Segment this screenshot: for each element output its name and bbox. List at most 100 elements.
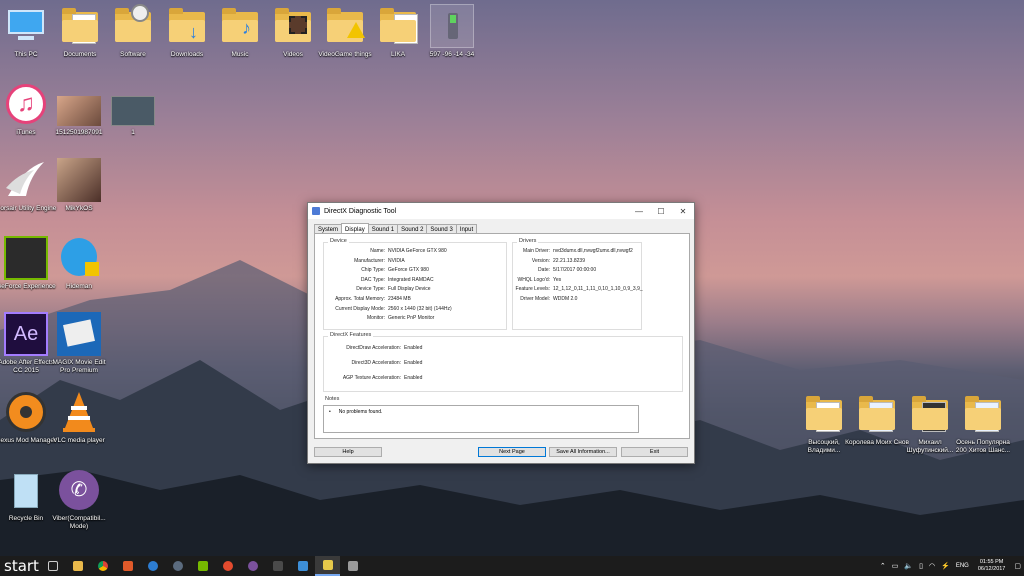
driver-property-value: nvd3dumx.dll,nvwgf2umx.dll,nvwgf2 (553, 248, 633, 254)
desktop-icon-magix[interactable]: MAGIX Movie Edit Pro Premium (47, 312, 111, 375)
device-property-row: Chip Type: GeForce GTX 980 (325, 267, 429, 273)
device-property-value: Full Display Device (388, 286, 431, 293)
device-property-label: Name: (370, 248, 385, 254)
task-view-icon[interactable] (40, 556, 65, 576)
driver-property-label: Feature Levels: (515, 286, 550, 293)
device-property-value: Generic PnP Monitor (388, 315, 435, 322)
viber-taskbar-icon[interactable] (240, 556, 265, 576)
device-property-row: Approx. Total Memory: 23484 MB (325, 296, 411, 302)
desktop-icon-phone-file[interactable]: 597 -96 -14 -34 (420, 4, 484, 59)
device-property-label: DAC Type: (360, 276, 385, 283)
battery-icon[interactable]: ▯ (916, 562, 926, 570)
drivers-group-title: Drivers (517, 238, 539, 244)
monitor-app-icon[interactable] (290, 556, 315, 576)
desktop-icon-viber[interactable]: ✆ Viber(Compatibil... Mode) (47, 468, 111, 531)
phone-icon (430, 4, 474, 48)
steam-icon[interactable] (165, 556, 190, 576)
next-page-button[interactable]: Next Page (478, 447, 546, 457)
music-folder-icon (802, 392, 846, 436)
notes-box: No problems found. (323, 405, 639, 433)
driver-property-row: Main Driver: nvd3dumx.dll,nvwgf2umx.dll,n… (514, 248, 633, 254)
feature-property-label: DirectDraw Acceleration: (346, 345, 401, 351)
driver-property-label: Date: (538, 267, 550, 274)
device-property-row: Monitor: Generic PnP Monitor (325, 315, 434, 321)
device-property-value: 23484 MB (388, 296, 411, 302)
maximize-icon[interactable]: ☐ (650, 203, 672, 219)
edge-icon[interactable] (140, 556, 165, 576)
music-folder-icon (855, 392, 899, 436)
driver-property-row: Date: 5/17/2017 00:00:00 (514, 267, 596, 273)
notes-text: No problems found. (329, 409, 382, 415)
device-property-label: Monitor: (366, 315, 385, 322)
driver-property-label: Driver Model: (520, 296, 550, 302)
volume-icon[interactable]: 🔈 (901, 562, 916, 570)
desktop-icon-osen-folder[interactable]: Осень Популярна 200 Хитов Шанс... (951, 392, 1015, 455)
music-folder-icon (908, 392, 952, 436)
dxdiag-icon (312, 207, 320, 215)
close-icon[interactable]: ✕ (672, 203, 694, 219)
power-icon[interactable]: ⚡ (938, 562, 953, 570)
driver-property-value: 22.21.13.8239 (553, 257, 585, 264)
minimize-icon[interactable]: — (628, 203, 650, 219)
window-title: DirectX Diagnostic Tool (324, 207, 397, 215)
driver-property-value: 5/17/2017 00:00:00 (553, 267, 597, 274)
record-icon[interactable] (215, 556, 240, 576)
feature-property-row: AGP Texture Acceleration: Enabled (325, 375, 423, 381)
photo-thumbnail-icon (57, 158, 101, 202)
device-property-row: DAC Type: Integrated RAMDAC (325, 277, 434, 283)
file-explorer-icon[interactable] (65, 556, 90, 576)
feature-property-value: Enabled (404, 345, 423, 351)
desktop-icon-hideman[interactable]: Hideman (47, 236, 111, 291)
device-property-label: Current Display Mode: (335, 305, 385, 312)
device-property-value: Integrated RAMDAC (388, 276, 434, 283)
device-property-value: NVIDIA (388, 257, 405, 264)
video-app-icon[interactable] (265, 556, 290, 576)
driver-property-value: Yes (553, 276, 562, 283)
device-property-value: NVIDIA GeForce GTX 980 (388, 248, 447, 254)
taskbar: start ⌃ ▭ 🔈 ▯ ◠ ⚡ ENG 01:55 PM 06/12/201… (0, 556, 1024, 576)
geforce-icon (4, 236, 48, 280)
geforce-taskbar-icon[interactable] (190, 556, 215, 576)
device-property-value: 2560 x 1440 (32 bit) (144Hz) (388, 305, 452, 312)
feature-property-row: Direct3D Acceleration: Enabled (325, 360, 423, 366)
language-indicator[interactable]: ENG (953, 563, 972, 569)
exit-button[interactable]: Exit (621, 447, 688, 457)
folder-download-icon: ↓ (165, 4, 209, 48)
driver-property-label: Main Driver: (523, 248, 550, 254)
window-titlebar[interactable]: DirectX Diagnostic Tool — ☐ ✕ (308, 203, 694, 219)
help-button[interactable]: Help (314, 447, 382, 457)
corsair-sails-icon (4, 158, 48, 202)
device-property-row: Current Display Mode: 2560 x 1440 (32 bit… (325, 305, 452, 312)
clock[interactable]: 01:55 PM 06/12/2017 (972, 559, 1012, 573)
tool-app-icon[interactable] (340, 556, 365, 576)
dxdiag-taskbar-icon[interactable] (315, 556, 340, 576)
nexus-taskbar-icon[interactable] (115, 556, 140, 576)
photo-thumbnail-icon (57, 96, 101, 126)
clock-date: 06/12/2017 (977, 566, 1006, 572)
device-group-title: Device (328, 238, 349, 244)
viber-icon: ✆ (57, 468, 101, 512)
network-icon[interactable]: ▭ (889, 562, 902, 570)
display-tab-panel: Device Drivers DirectX Features Notes No… (314, 233, 690, 439)
driver-property-value: 12_1,12_0,11_1,11_0,10_1,10_0,9_3,9_ (553, 286, 643, 293)
tray-overflow-icon[interactable]: ⌃ (877, 562, 889, 570)
screenshot-thumbnail-icon (111, 96, 155, 126)
driver-property-label: WHQL Logo'd: (517, 276, 550, 283)
notifications-icon[interactable]: ▢ (1011, 562, 1024, 570)
device-property-row: Manufacturer: NVIDIA (325, 258, 405, 264)
save-all-information-button[interactable]: Save All Information... (549, 447, 617, 457)
features-group-title: DirectX Features (328, 332, 374, 338)
folder-warning-icon (323, 4, 367, 48)
device-property-label: Approx. Total Memory: (335, 296, 385, 302)
start-button[interactable]: start (0, 557, 40, 575)
driver-property-row: WHQL Logo'd: Yes (514, 276, 562, 283)
wifi-icon[interactable]: ◠ (926, 562, 938, 570)
folder-icon (376, 4, 420, 48)
chrome-icon[interactable] (90, 556, 115, 576)
desktop-icon-screenshot[interactable]: 1 (101, 96, 165, 137)
desktop-icon-mikykos[interactable]: MikYkOS (47, 158, 111, 213)
computer-icon (4, 4, 48, 48)
dxdiag-window[interactable]: DirectX Diagnostic Tool — ☐ ✕ System Dis… (307, 202, 695, 464)
desktop-icon-vlc[interactable]: VLC media player (47, 390, 111, 445)
folder-clock-icon (111, 4, 155, 48)
